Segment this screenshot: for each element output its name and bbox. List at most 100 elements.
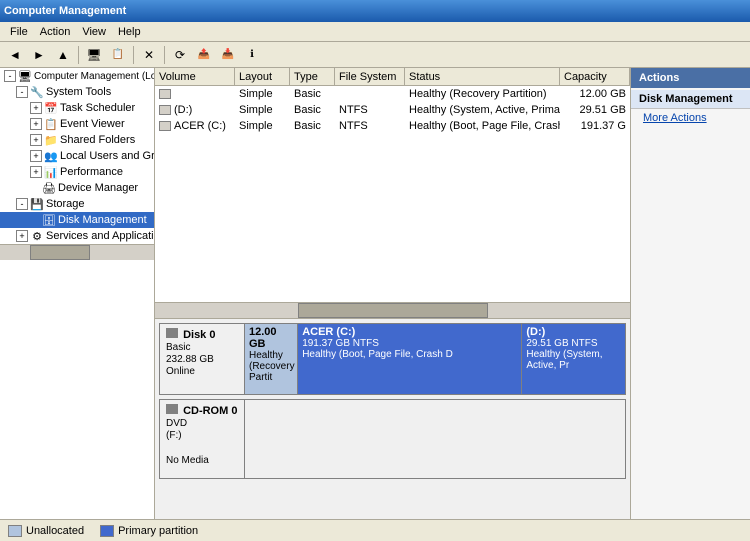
computer-icon: 🖥	[18, 69, 32, 83]
tree-storage-expand[interactable]: -	[16, 198, 28, 210]
row1-status: Healthy (System, Active, Primary Partiti…	[405, 102, 560, 118]
tree-services-expand[interactable]: +	[16, 230, 28, 242]
tree-local-users-label: Local Users and Groups	[60, 150, 154, 162]
partition-d-size: 29.51 GB NTFS	[526, 338, 621, 349]
row0-fs	[335, 86, 405, 102]
more-actions-link[interactable]: More Actions	[631, 109, 750, 127]
col-volume[interactable]: Volume	[155, 68, 235, 85]
tree-device-manager[interactable]: 🖨 Device Manager	[0, 180, 154, 196]
disk0-name: Disk 0	[166, 328, 238, 341]
tree-disk-management[interactable]: 🗄 Disk Management	[0, 212, 154, 228]
menu-file[interactable]: File	[4, 24, 34, 40]
disk0-size: 232.88 GB	[166, 354, 238, 365]
toolbar: ◄ ► ▲ 🖥 📋 ✕ ⟳ 📤 📥 ℹ	[0, 42, 750, 68]
partition-recovery[interactable]: 12.00 GB Healthy (Recovery Partit	[245, 324, 298, 394]
row2-volume: ACER (C:)	[174, 120, 226, 132]
cdrom0-partitions	[245, 400, 625, 478]
table-row[interactable]: Simple Basic Healthy (Recovery Partition…	[155, 86, 630, 102]
tree-shared-folders[interactable]: + 📁 Shared Folders	[0, 132, 154, 148]
cdrom0-info: CD-ROM 0 DVD (F:) No Media	[160, 400, 245, 478]
tree-system-tools-expand[interactable]: -	[16, 86, 28, 98]
toolbar-sep1	[78, 46, 79, 64]
disk0-row: Disk 0 Basic 232.88 GB Online 12.00 GB H…	[159, 323, 626, 395]
tree-event-viewer[interactable]: + 📋 Event Viewer	[0, 116, 154, 132]
tree-shared-expand[interactable]: +	[30, 134, 42, 146]
list-hscroll[interactable]	[155, 302, 630, 318]
right-panel: Volume Layout Type File System Status Ca…	[155, 68, 630, 519]
tree-disk-management-label: Disk Management	[58, 214, 147, 226]
toolbar-back[interactable]: ◄	[4, 45, 26, 65]
cdrom0-drive: (F:)	[166, 430, 238, 441]
tree-users-expand[interactable]: +	[30, 150, 42, 162]
tree-system-tools[interactable]: - 🔧 System Tools	[0, 84, 154, 100]
cdrom0-name: CD-ROM 0	[166, 404, 238, 417]
tree-performance[interactable]: + 📊 Performance	[0, 164, 154, 180]
tree-performance-label: Performance	[60, 166, 123, 178]
row1-fs: NTFS	[335, 102, 405, 118]
col-layout[interactable]: Layout	[235, 68, 290, 85]
tree-root[interactable]: - 🖥 Computer Management (Local	[0, 68, 154, 84]
disk-list-view: Volume Layout Type File System Status Ca…	[155, 68, 630, 319]
cdrom0-row: CD-ROM 0 DVD (F:) No Media	[159, 399, 626, 479]
legend-unallocated-label: Unallocated	[26, 525, 84, 537]
partition-acer[interactable]: ACER (C:) 191.37 GB NTFS Healthy (Boot, …	[298, 324, 522, 394]
device-manager-icon: 🖨	[42, 181, 56, 195]
col-filesystem[interactable]: File System	[335, 68, 405, 85]
disk0-type: Basic	[166, 342, 238, 353]
legend-unallocated-box	[8, 525, 22, 537]
row2-capacity: 191.37 G	[560, 118, 630, 134]
menu-view[interactable]: View	[76, 24, 112, 40]
tree-local-users[interactable]: + 👥 Local Users and Groups	[0, 148, 154, 164]
services-icon: ⚙	[30, 229, 44, 243]
actions-panel: Actions Disk Management More Actions	[630, 68, 750, 519]
actions-section-header: Disk Management	[631, 90, 750, 109]
tree-task-expand[interactable]: +	[30, 102, 42, 114]
table-row[interactable]: (D:) Simple Basic NTFS Healthy (System, …	[155, 102, 630, 118]
toolbar-delete[interactable]: ✕	[138, 45, 160, 65]
cdrom0-status: No Media	[166, 455, 238, 466]
tree-task-scheduler[interactable]: + 📅 Task Scheduler	[0, 100, 154, 116]
partition-recovery-desc: Healthy (Recovery Partit	[249, 350, 293, 383]
tree-device-manager-label: Device Manager	[58, 182, 138, 194]
tree-root-expand[interactable]: -	[4, 70, 16, 82]
list-hscroll-thumb[interactable]	[298, 303, 488, 318]
legend-unallocated: Unallocated	[8, 525, 84, 537]
task-scheduler-icon: 📅	[44, 101, 58, 115]
table-row[interactable]: ACER (C:) Simple Basic NTFS Healthy (Boo…	[155, 118, 630, 134]
row0-status: Healthy (Recovery Partition)	[405, 86, 560, 102]
toolbar-show-hide[interactable]: 🖥	[83, 45, 105, 65]
main-layout: - 🖥 Computer Management (Local - 🔧 Syste…	[0, 68, 750, 519]
toolbar-export[interactable]: 📤	[193, 45, 215, 65]
title-text: Computer Management	[4, 5, 126, 17]
disk0-info: Disk 0 Basic 232.88 GB Online	[160, 324, 245, 394]
toolbar-info[interactable]: ℹ	[241, 45, 263, 65]
toolbar-import[interactable]: 📥	[217, 45, 239, 65]
list-body[interactable]: Simple Basic Healthy (Recovery Partition…	[155, 86, 630, 302]
row2-fs: NTFS	[335, 118, 405, 134]
partition-d[interactable]: (D:) 29.51 GB NTFS Healthy (System, Acti…	[522, 324, 625, 394]
toolbar-refresh[interactable]: ⟳	[169, 45, 191, 65]
col-status[interactable]: Status	[405, 68, 560, 85]
partition-d-desc: Healthy (System, Active, Pr	[526, 349, 621, 371]
row2-layout: Simple	[235, 118, 290, 134]
tree-storage[interactable]: - 💾 Storage	[0, 196, 154, 212]
tree-perf-expand[interactable]: +	[30, 166, 42, 178]
tree-task-scheduler-label: Task Scheduler	[60, 102, 135, 114]
menu-action[interactable]: Action	[34, 24, 77, 40]
tree-system-tools-label: System Tools	[46, 86, 111, 98]
tree-hscroll[interactable]	[0, 244, 154, 260]
col-capacity[interactable]: Capacity	[560, 68, 630, 85]
tree-event-expand[interactable]: +	[30, 118, 42, 130]
tree-services[interactable]: + ⚙ Services and Applications	[0, 228, 154, 244]
toolbar-forward[interactable]: ►	[28, 45, 50, 65]
toolbar-properties[interactable]: 📋	[107, 45, 129, 65]
tree-root-label: Computer Management (Local	[34, 71, 154, 82]
toolbar-up[interactable]: ▲	[52, 45, 74, 65]
partition-acer-desc: Healthy (Boot, Page File, Crash D	[302, 349, 517, 360]
list-header: Volume Layout Type File System Status Ca…	[155, 68, 630, 86]
menu-help[interactable]: Help	[112, 24, 147, 40]
partition-acer-size: 191.37 GB NTFS	[302, 338, 517, 349]
cdrom0-type: DVD	[166, 418, 238, 429]
col-type[interactable]: Type	[290, 68, 335, 85]
actions-header: Actions	[631, 68, 750, 88]
